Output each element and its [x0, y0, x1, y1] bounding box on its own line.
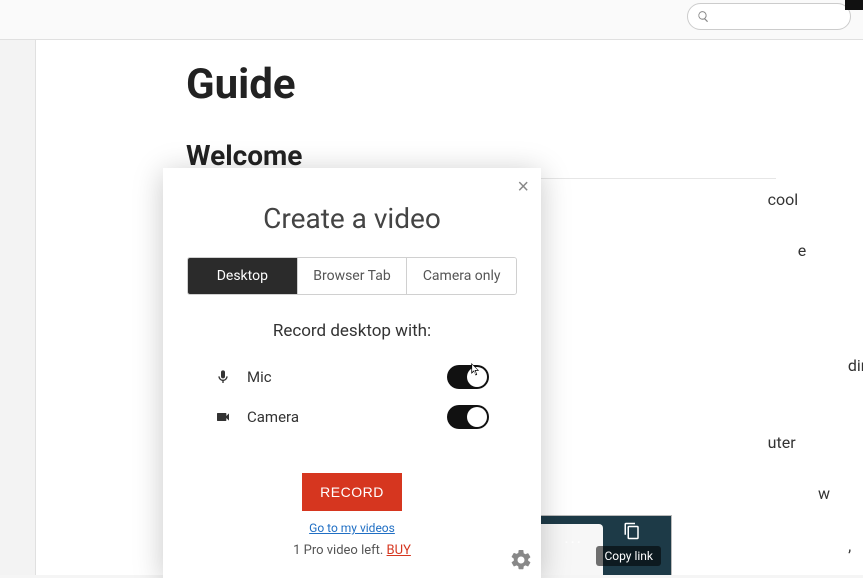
tab-desktop[interactable]: Desktop — [188, 258, 298, 294]
pro-status-line: 1 Pro video left. BUY — [187, 543, 517, 558]
mic-icon — [215, 369, 231, 385]
create-video-modal: × Create a video Desktop Browser Tab Cam… — [163, 168, 541, 578]
mic-toggle[interactable] — [447, 365, 489, 389]
mic-label: Mic — [247, 368, 272, 386]
buy-link[interactable]: BUY — [387, 543, 411, 558]
camera-label: Camera — [247, 408, 299, 426]
modal-title: Create a video — [187, 202, 517, 235]
go-to-videos-link[interactable]: Go to my videos — [187, 521, 517, 535]
gear-icon[interactable] — [509, 548, 533, 572]
tab-camera-only[interactable]: Camera only — [407, 258, 516, 294]
mic-row: Mic — [187, 357, 517, 397]
pro-prefix: 1 Pro video left. — [293, 543, 386, 558]
camera-toggle[interactable] — [447, 405, 489, 429]
source-tabs: Desktop Browser Tab Camera only — [187, 257, 517, 295]
record-with-label: Record desktop with: — [187, 321, 517, 341]
camera-row: Camera — [187, 397, 517, 437]
modal-overlay: × Create a video Desktop Browser Tab Cam… — [0, 0, 863, 575]
camera-icon — [215, 409, 231, 425]
record-button[interactable]: RECORD — [302, 473, 402, 511]
tab-browser-tab[interactable]: Browser Tab — [298, 258, 408, 294]
close-icon[interactable]: × — [517, 176, 529, 199]
